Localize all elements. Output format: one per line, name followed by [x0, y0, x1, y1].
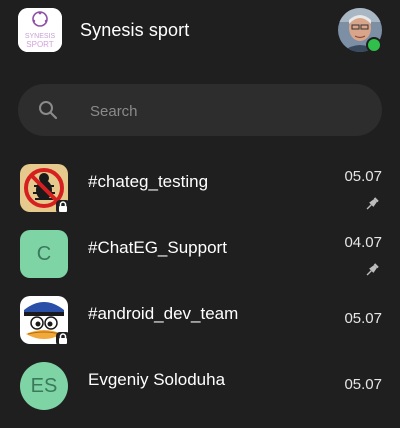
- logo-text-top: SYNESIS: [25, 33, 56, 40]
- chat-row-chateg-testing[interactable]: #chateg_testing 05.07: [0, 164, 400, 230]
- chat-date: 05.07: [344, 376, 382, 393]
- synesis-logo-icon: SYNESIS SPORT: [18, 8, 62, 52]
- chat-date: 04.07: [344, 234, 382, 251]
- online-status-dot: [366, 37, 382, 53]
- chat-avatar: ES: [20, 362, 68, 410]
- lock-icon: [56, 200, 70, 214]
- search-input[interactable]: [88, 84, 362, 138]
- org-name[interactable]: Synesis sport: [80, 20, 189, 41]
- logo-text-bottom: SPORT: [26, 40, 54, 49]
- search-icon: [39, 101, 58, 120]
- chat-name: #android_dev_team: [88, 304, 239, 323]
- pin-icon: [366, 263, 379, 276]
- chat-date: 05.07: [344, 168, 382, 185]
- chat-name: Evgeniy Soloduha: [88, 370, 226, 389]
- chat-row-chateg-support[interactable]: C #ChatEG_Support 04.07: [0, 230, 400, 296]
- chat-name: #chateg_testing: [88, 172, 209, 191]
- chat-avatar: C: [20, 230, 68, 278]
- lock-icon: [56, 332, 70, 346]
- app-header: SYNESIS SPORT Synesis sport: [0, 0, 400, 70]
- chat-date: 05.07: [344, 310, 382, 327]
- pin-icon: [366, 197, 379, 210]
- org-logo[interactable]: SYNESIS SPORT: [18, 8, 62, 52]
- chat-name: #ChatEG_Support: [88, 238, 227, 257]
- chat-row-android-dev-team[interactable]: #android_dev_team 05.07: [0, 296, 400, 362]
- search-bar[interactable]: [18, 84, 382, 138]
- chat-row-evgeniy-soloduha[interactable]: ES Evgeniy Soloduha 05.07: [0, 362, 400, 428]
